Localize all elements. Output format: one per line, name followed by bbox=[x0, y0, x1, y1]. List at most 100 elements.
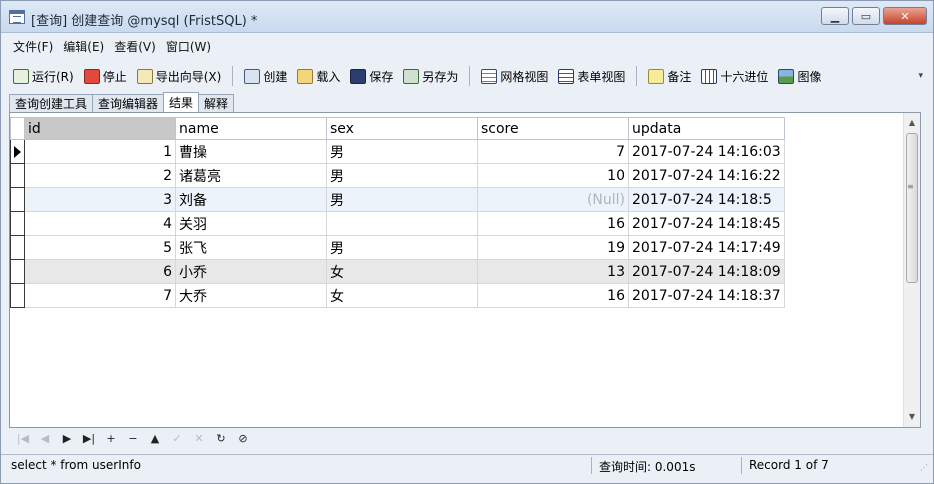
discard-changes-icon[interactable]: ✕ bbox=[191, 432, 207, 446]
status-sql: select * from userInfo bbox=[11, 458, 141, 472]
cell-score[interactable]: 16 bbox=[477, 211, 629, 236]
cell-updata[interactable]: 2017-07-24 14:16:03 bbox=[628, 139, 785, 164]
status-divider bbox=[591, 457, 592, 474]
tab-explain[interactable]: 解释 bbox=[198, 94, 235, 112]
first-record-icon[interactable]: |◀ bbox=[15, 432, 31, 446]
row-indicator[interactable] bbox=[10, 211, 25, 236]
run-button[interactable]: 运行(R) bbox=[11, 65, 76, 87]
resize-grip-icon[interactable]: ⋰ bbox=[920, 463, 930, 473]
form-view-button[interactable]: 表单视图 bbox=[556, 65, 627, 87]
cell-id[interactable]: 1 bbox=[24, 139, 176, 164]
scroll-thumb[interactable] bbox=[906, 133, 918, 283]
column-header-name[interactable]: name bbox=[175, 117, 327, 140]
minimize-button[interactable]: ▁ bbox=[821, 7, 849, 25]
create-button[interactable]: 创建 bbox=[242, 65, 289, 87]
delete-record-icon[interactable]: − bbox=[125, 432, 141, 446]
cell-sex[interactable]: 男 bbox=[326, 187, 478, 212]
cell-name[interactable]: 刘备 bbox=[175, 187, 327, 212]
title-bar[interactable]: [查询] 创建查询 @mysql (FristSQL) * ▁ ▭ ✕ bbox=[1, 1, 933, 33]
column-header-updata[interactable]: updata bbox=[628, 117, 785, 140]
current-row-indicator-icon[interactable] bbox=[10, 139, 25, 164]
image-button[interactable]: 图像 bbox=[776, 65, 823, 87]
row-indicator[interactable] bbox=[10, 259, 25, 284]
menu-window[interactable]: 窗口(W) bbox=[166, 38, 211, 55]
row-indicator[interactable] bbox=[10, 187, 25, 212]
cell-id[interactable]: 2 bbox=[24, 163, 176, 188]
tab-results[interactable]: 结果 bbox=[163, 92, 200, 112]
table-row[interactable]: 4 关羽 16 2017-07-24 14:18:45 bbox=[10, 211, 785, 236]
tab-query-editor[interactable]: 查询编辑器 bbox=[92, 94, 165, 112]
cell-score[interactable]: 10 bbox=[477, 163, 629, 188]
menu-view[interactable]: 查看(V) bbox=[114, 38, 156, 55]
cell-score[interactable]: 19 bbox=[477, 235, 629, 260]
stop-button[interactable]: 停止 bbox=[82, 65, 129, 87]
maximize-button[interactable]: ▭ bbox=[852, 7, 880, 25]
cell-id[interactable]: 3 bbox=[24, 187, 176, 212]
next-record-icon[interactable]: ▶ bbox=[59, 432, 75, 446]
results-grid[interactable]: id name sex score updata 1 曹操 男 7 2017-0… bbox=[9, 112, 921, 428]
cell-updata[interactable]: 2017-07-24 14:16:22 bbox=[628, 163, 785, 188]
cell-updata[interactable]: 2017-07-24 14:18:09 bbox=[628, 259, 785, 284]
cell-name[interactable]: 关羽 bbox=[175, 211, 327, 236]
hex-button[interactable]: 十六进位 bbox=[699, 65, 770, 87]
refresh-icon[interactable]: ↻ bbox=[213, 432, 229, 446]
table-row[interactable]: 6 小乔 女 13 2017-07-24 14:18:09 bbox=[10, 259, 785, 284]
cell-score[interactable]: 13 bbox=[477, 259, 629, 284]
cell-id[interactable]: 4 bbox=[24, 211, 176, 236]
row-indicator[interactable] bbox=[10, 163, 25, 188]
table-row[interactable]: 3 刘备 男 (Null) 2017-07-24 14:18:5 bbox=[10, 187, 785, 212]
save-button[interactable]: 保存 bbox=[348, 65, 395, 87]
cell-score[interactable]: 7 bbox=[477, 139, 629, 164]
last-record-icon[interactable]: ▶| bbox=[81, 432, 97, 446]
column-header-sex[interactable]: sex bbox=[326, 117, 478, 140]
cell-id[interactable]: 7 bbox=[24, 283, 176, 308]
cell-score[interactable]: 16 bbox=[477, 283, 629, 308]
export-wizard-button[interactable]: 导出向导(X) bbox=[135, 65, 224, 87]
load-button[interactable]: 载入 bbox=[295, 65, 342, 87]
vertical-scrollbar[interactable]: ▲ ≡ ▼ bbox=[903, 113, 920, 427]
cell-name[interactable]: 张飞 bbox=[175, 235, 327, 260]
edit-record-icon[interactable]: ▲ bbox=[147, 432, 163, 446]
table-row[interactable]: 1 曹操 男 7 2017-07-24 14:16:03 bbox=[10, 139, 785, 164]
cell-updata[interactable]: 2017-07-24 14:17:49 bbox=[628, 235, 785, 260]
cell-id[interactable]: 6 bbox=[24, 259, 176, 284]
toolbar-overflow-icon[interactable]: ▾ bbox=[918, 71, 923, 81]
scroll-down-icon[interactable]: ▼ bbox=[904, 409, 920, 425]
table-row[interactable]: 2 诸葛亮 男 10 2017-07-24 14:16:22 bbox=[10, 163, 785, 188]
grid-view-icon bbox=[481, 68, 498, 84]
cell-name[interactable]: 诸葛亮 bbox=[175, 163, 327, 188]
cell-updata[interactable]: 2017-07-24 14:18:37 bbox=[628, 283, 785, 308]
cell-name[interactable]: 小乔 bbox=[175, 259, 327, 284]
column-header-id[interactable]: id bbox=[24, 117, 176, 140]
cell-name[interactable]: 曹操 bbox=[175, 139, 327, 164]
note-button[interactable]: 备注 bbox=[646, 65, 693, 87]
tab-query-builder[interactable]: 查询创建工具 bbox=[9, 94, 94, 112]
table-row[interactable]: 5 张飞 男 19 2017-07-24 14:17:49 bbox=[10, 235, 785, 260]
cell-sex[interactable] bbox=[326, 211, 478, 236]
row-indicator[interactable] bbox=[10, 283, 25, 308]
stop-query-icon[interactable]: ⊘ bbox=[235, 432, 251, 446]
scroll-up-icon[interactable]: ▲ bbox=[904, 115, 920, 131]
cell-sex[interactable]: 男 bbox=[326, 163, 478, 188]
prev-record-icon[interactable]: ◀ bbox=[37, 432, 53, 446]
cell-updata[interactable]: 2017-07-24 14:18:5 bbox=[628, 187, 785, 212]
cell-sex[interactable]: 男 bbox=[326, 139, 478, 164]
close-button[interactable]: ✕ bbox=[883, 7, 927, 25]
grid-view-button[interactable]: 网格视图 bbox=[479, 65, 550, 87]
cell-id[interactable]: 5 bbox=[24, 235, 176, 260]
menu-edit[interactable]: 编辑(E) bbox=[63, 38, 104, 55]
table-row[interactable]: 7 大乔 女 16 2017-07-24 14:18:37 bbox=[10, 283, 785, 308]
cell-name[interactable]: 大乔 bbox=[175, 283, 327, 308]
row-indicator[interactable] bbox=[10, 235, 25, 260]
cell-score-null[interactable]: (Null) bbox=[477, 187, 629, 212]
cell-sex[interactable]: 男 bbox=[326, 235, 478, 260]
cell-sex[interactable]: 女 bbox=[326, 259, 478, 284]
menu-file[interactable]: 文件(F) bbox=[13, 38, 53, 55]
cell-sex[interactable]: 女 bbox=[326, 283, 478, 308]
column-header-score[interactable]: score bbox=[477, 117, 629, 140]
save-as-button[interactable]: 另存为 bbox=[401, 65, 460, 87]
cell-updata[interactable]: 2017-07-24 14:18:45 bbox=[628, 211, 785, 236]
export-wizard-label: 导出向导(X) bbox=[155, 69, 222, 84]
apply-changes-icon[interactable]: ✓ bbox=[169, 432, 185, 446]
add-record-icon[interactable]: + bbox=[103, 432, 119, 446]
